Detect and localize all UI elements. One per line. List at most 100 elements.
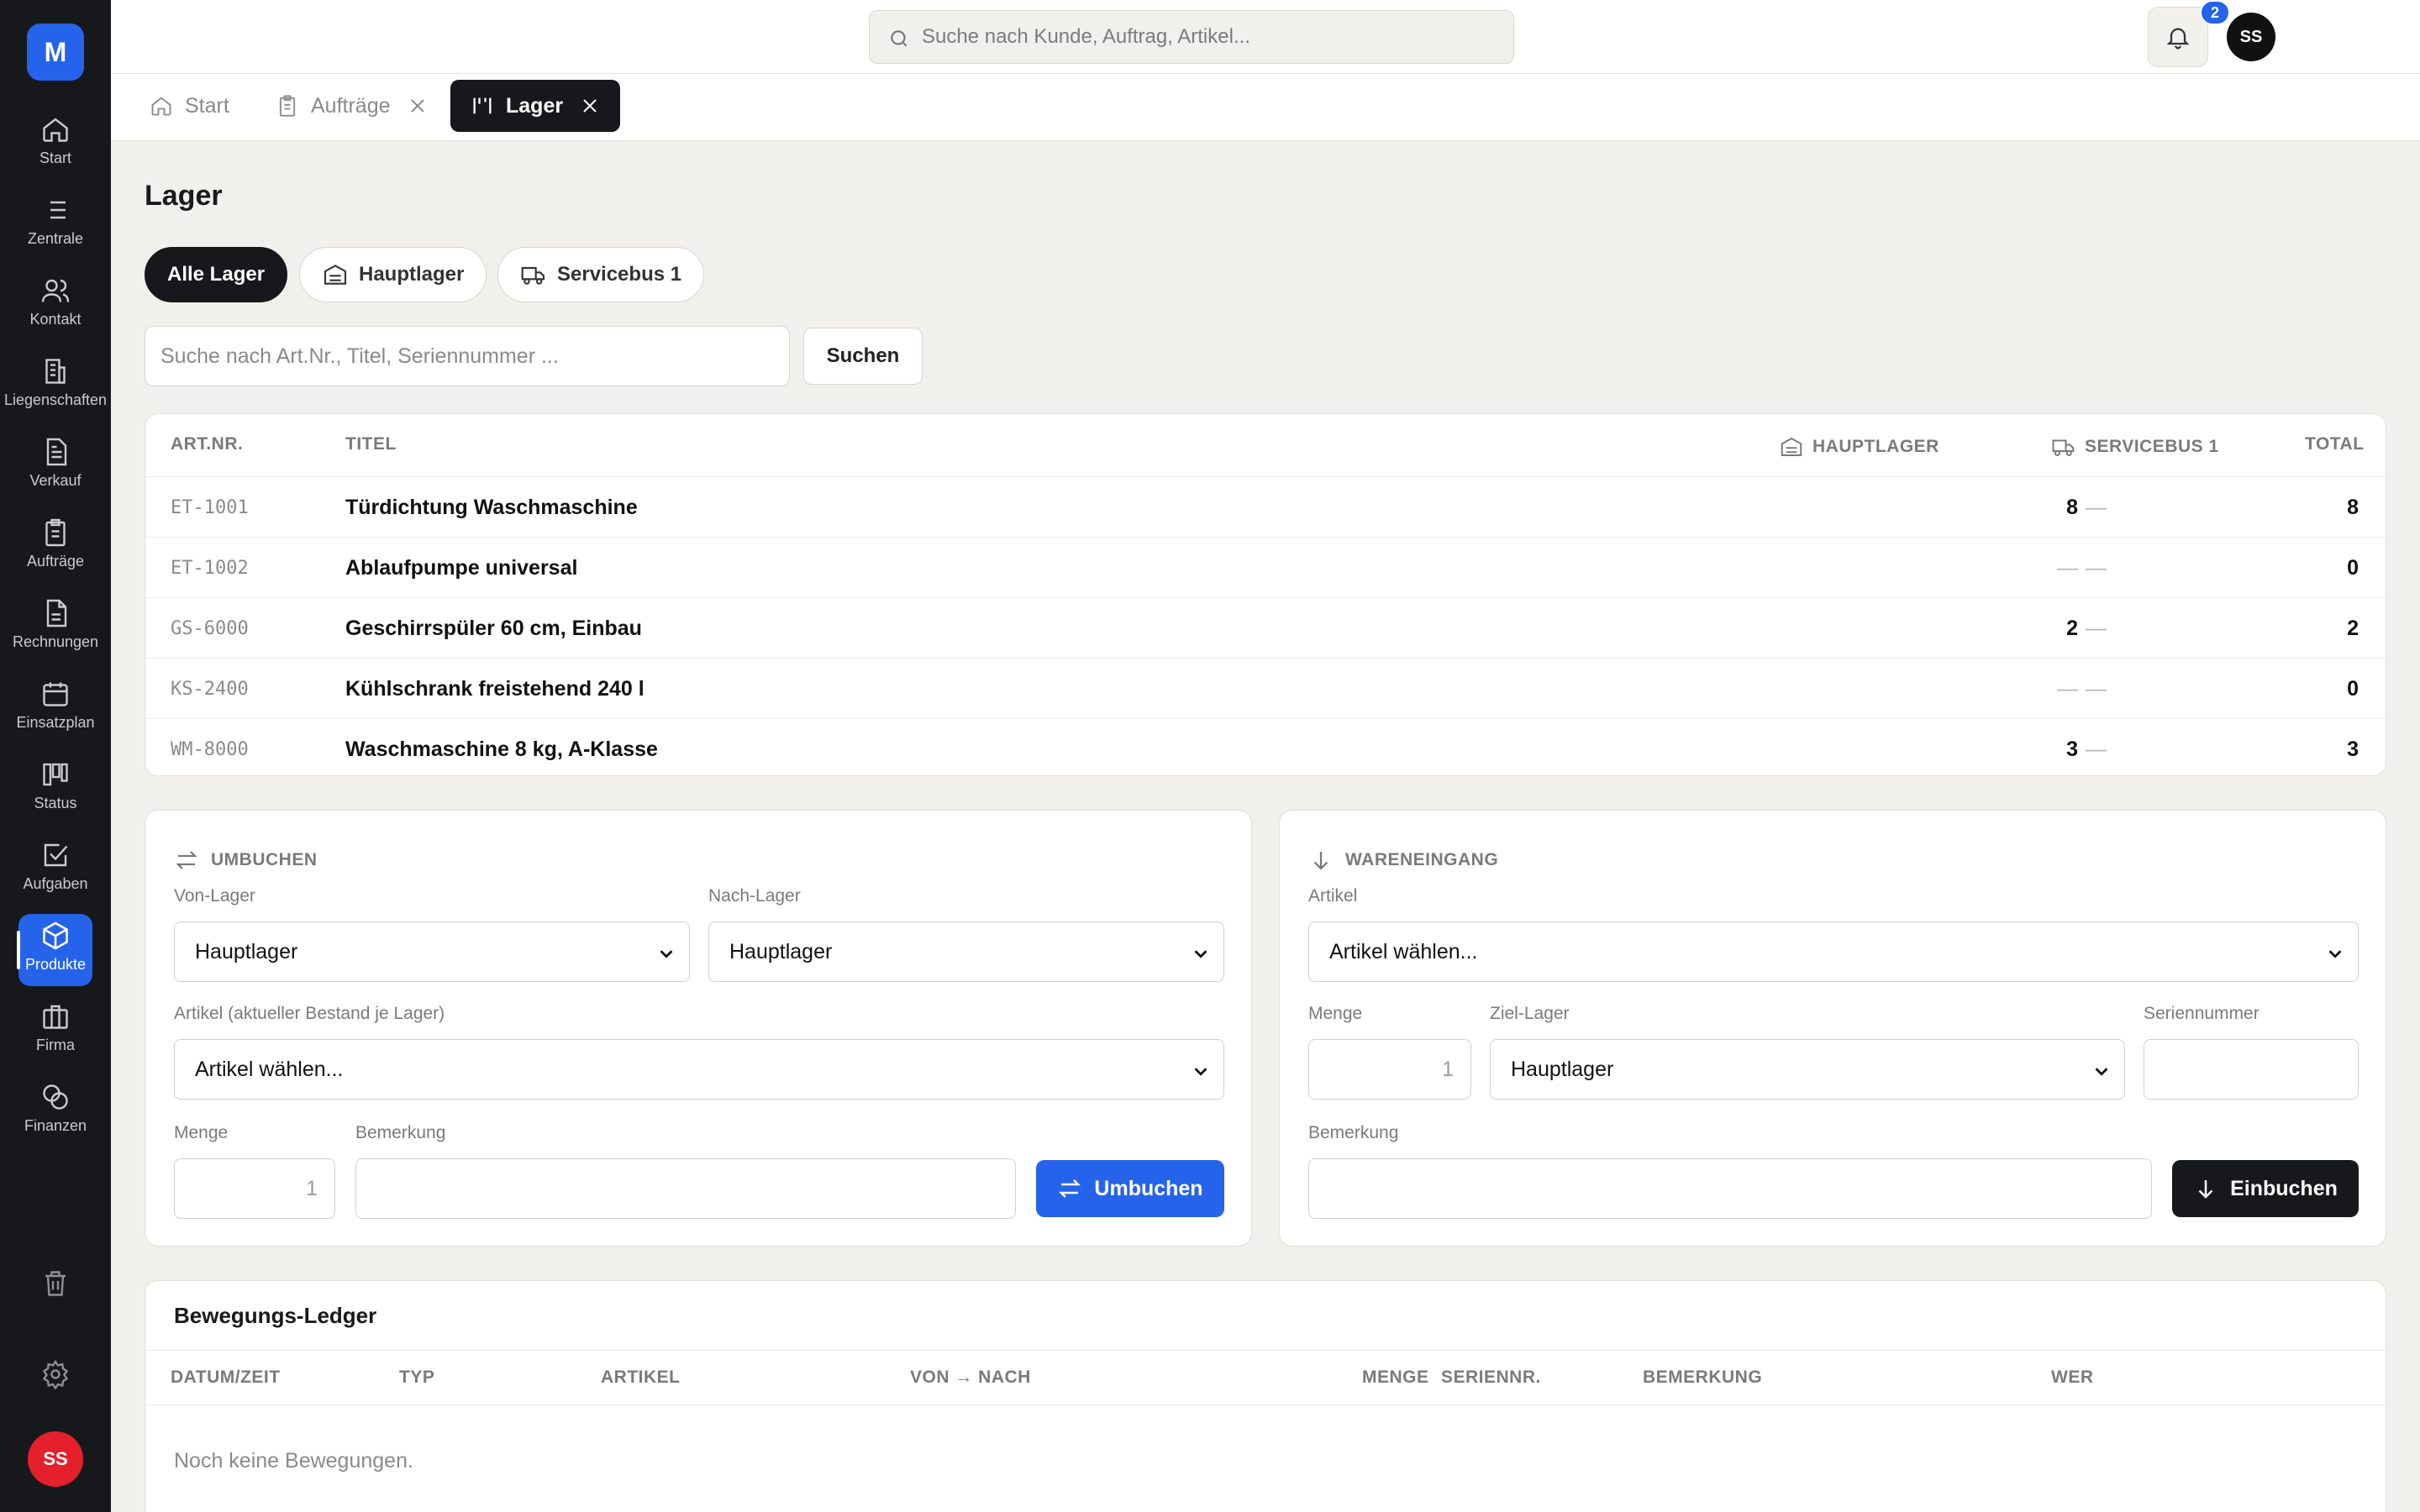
ledger-col-von-nach: VON → NACH — [910, 1368, 1031, 1387]
von-lager-select[interactable]: Hauptlager — [174, 921, 690, 982]
close-icon[interactable] — [408, 96, 428, 116]
truck-icon — [2052, 439, 2075, 456]
menge-input[interactable]: 1 — [174, 1158, 335, 1219]
sidebar-item-label: Liegenschaften — [3, 391, 108, 408]
truck-icon — [521, 266, 545, 285]
table-row[interactable]: WM-8000 Waschmaschine 8 kg, A-Klasse 3 —… — [145, 718, 2386, 779]
sidebar-item-rechnungen[interactable]: Rechnungen — [0, 598, 111, 670]
calendar-icon — [43, 682, 68, 706]
user-avatar-top[interactable]: SS — [2227, 13, 2275, 61]
filter-servicebus[interactable]: Servicebus 1 — [497, 247, 705, 302]
wareneingang-heading: WARENEINGANG — [1308, 848, 1498, 873]
wareneingang-panel: WARENEINGANG Artikel Artikel wählen... M… — [1279, 810, 2386, 1247]
arrow-down-icon — [2198, 1180, 2213, 1199]
sidebar-item-aufgaben[interactable]: Aufgaben — [0, 840, 111, 912]
cell-servicebus: — — [2086, 495, 2107, 519]
ledger-title: Bewegungs-Ledger — [174, 1303, 377, 1328]
umbuchen-button-label: Umbuchen — [1094, 1176, 1203, 1200]
einbuchen-button-label: Einbuchen — [2230, 1176, 2338, 1200]
chevron-down-icon — [2328, 950, 2342, 958]
seriennummer-input[interactable] — [2144, 1039, 2359, 1100]
column-header-hauptlager: HAUPTLAGER — [1779, 434, 1939, 459]
global-search-input[interactable]: Suche nach Kunde, Auftrag, Artikel... — [869, 10, 1514, 64]
stock-search-input[interactable]: Suche nach Art.Nr., Titel, Seriennummer … — [145, 326, 790, 386]
ledger-col-menge: MENGE — [1362, 1368, 1429, 1387]
tab-auftraege[interactable]: Aufträge — [267, 80, 436, 132]
nach-lager-select[interactable]: Hauptlager — [708, 921, 1224, 982]
stock-search-placeholder: Suche nach Art.Nr., Titel, Seriennummer … — [160, 344, 559, 368]
tab-label: Aufträge — [311, 93, 391, 118]
we-menge-input[interactable]: 1 — [1308, 1039, 1471, 1100]
ledger-col-bemerkung: BEMERKUNG — [1643, 1368, 1763, 1387]
we-artikel-value: Artikel wählen... — [1329, 939, 1478, 963]
sidebar-item-auftraege[interactable]: Aufträge — [0, 517, 111, 590]
sidebar-item-kontakt[interactable]: Kontakt — [0, 276, 111, 348]
we-artikel-select[interactable]: Artikel wählen... — [1308, 921, 2359, 982]
filter-hauptlager[interactable]: Hauptlager — [299, 247, 487, 302]
sidebar-item-start[interactable]: Start — [0, 114, 111, 186]
table-row[interactable]: KS-2400 Kühlschrank freistehend 240 l — … — [145, 658, 2386, 718]
cell-total: 8 — [2347, 495, 2359, 519]
sidebar-item-einsatzplan[interactable]: Einsatzplan — [0, 679, 111, 751]
cell-total: 3 — [2347, 737, 2359, 761]
ledger-col-wer: WER — [2051, 1368, 2094, 1387]
bell-icon — [2166, 28, 2190, 50]
gear-icon[interactable] — [40, 1359, 71, 1389]
notification-badge: 2 — [2200, 0, 2230, 25]
bemerkung-input[interactable] — [355, 1158, 1016, 1219]
clipboard-icon — [45, 518, 66, 547]
von-lager-label: Von-Lager — [174, 886, 255, 906]
sidebar-item-firma[interactable]: Firma — [0, 1001, 111, 1074]
chevron-down-icon — [1194, 1068, 1207, 1076]
column-header-label: HAUPTLAGER — [1812, 437, 1939, 456]
column-header-servicebus: SERVICEBUS 1 — [2051, 434, 2219, 459]
chevron-down-icon — [2095, 1068, 2108, 1076]
artikel-select[interactable]: Artikel wählen... — [174, 1039, 1224, 1100]
column-header-total: TOTAL — [2305, 434, 2365, 454]
sidebar-item-finanzen[interactable]: Finanzen — [0, 1082, 111, 1154]
ziel-lager-select[interactable]: Hauptlager — [1490, 1039, 2125, 1100]
einbuchen-button[interactable]: Einbuchen — [2172, 1160, 2359, 1217]
we-bemerkung-input[interactable] — [1308, 1158, 2152, 1219]
search-button[interactable]: Suchen — [803, 328, 923, 385]
umbuchen-button[interactable]: Umbuchen — [1036, 1160, 1224, 1217]
close-icon[interactable] — [580, 96, 600, 116]
table-row[interactable]: ET-1002 Ablaufpumpe universal — — 0 — [145, 537, 2386, 597]
tab-start[interactable]: Start — [141, 80, 238, 132]
user-avatar[interactable]: SS — [28, 1431, 83, 1487]
app-logo[interactable]: M — [27, 24, 84, 81]
sidebar-item-status[interactable]: Status — [0, 759, 111, 832]
sidebar-item-produkte[interactable]: Produkte — [17, 914, 92, 986]
home-icon — [151, 97, 171, 116]
filter-alle-lager[interactable]: Alle Lager — [145, 247, 288, 302]
trash-icon[interactable] — [40, 1268, 71, 1299]
menge-label: Menge — [174, 1123, 229, 1142]
seriennummer-label: Seriennummer — [2144, 1004, 2260, 1023]
notifications-button[interactable] — [2148, 7, 2208, 67]
warehouse-icon — [324, 265, 347, 285]
cell-servicebus: — — [2086, 555, 2107, 580]
bemerkung-label: Bemerkung — [355, 1123, 446, 1142]
tab-lager[interactable]: Lager — [450, 80, 621, 132]
coins-icon — [43, 1084, 68, 1110]
table-row[interactable]: ET-1001 Türdichtung Waschmaschine 8 — 8 — [145, 476, 2386, 537]
cell-total: 0 — [2347, 676, 2359, 701]
invoice-icon — [46, 599, 67, 627]
sidebar-item-verkauf[interactable]: Verkauf — [0, 437, 111, 509]
ledger-panel: Bewegungs-Ledger DATUM/ZEIT TYP ARTIKEL … — [145, 1280, 2386, 1512]
building-icon — [45, 359, 66, 384]
artikel-value: Artikel wählen... — [195, 1057, 344, 1081]
cell-titel: Geschirrspüler 60 cm, Einbau — [345, 616, 642, 640]
ledger-col-datum: DATUM/ZEIT — [171, 1368, 281, 1387]
cell-servicebus: — — [2086, 616, 2107, 640]
sidebar: M Start Zentrale Kontakt Liegenschaften … — [0, 0, 111, 1512]
column-header-artnr: ART.NR. — [171, 434, 244, 454]
sidebar-item-label: Finanzen — [24, 1117, 87, 1134]
table-row[interactable]: GS-6000 Geschirrspüler 60 cm, Einbau 2 —… — [145, 597, 2386, 658]
top-bar: Suche nach Kunde, Auftrag, Artikel... — [111, 0, 2420, 74]
sidebar-item-zentrale[interactable]: Zentrale — [0, 195, 111, 267]
tab-bar: Start Aufträge Lager — [111, 74, 2420, 141]
chevron-down-icon — [1194, 950, 1207, 958]
swap-icon — [176, 851, 197, 869]
sidebar-item-liegenschaften[interactable]: Liegenschaften — [0, 356, 111, 428]
